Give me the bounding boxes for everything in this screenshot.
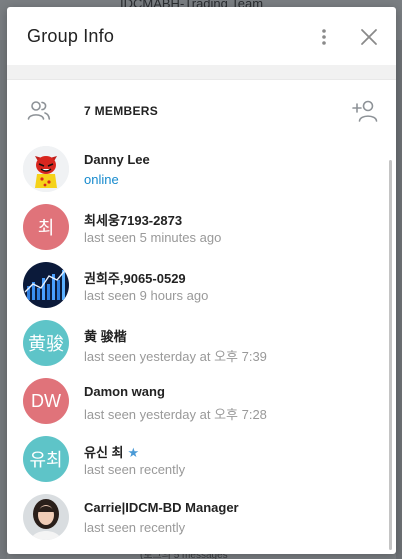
member-status: last seen recently xyxy=(84,462,186,477)
dialog-title: Group Info xyxy=(27,26,115,46)
member-status: last seen 5 minutes ago xyxy=(84,230,222,245)
group-info-dialog: Group Info 7 MEMBERS Danny Lee online 최 … xyxy=(7,7,396,554)
avatar-initials: DW xyxy=(31,390,61,411)
member-name-text: 유신 최 xyxy=(84,445,124,460)
member-status: online xyxy=(84,172,119,187)
member-name: 유신 최 ★ xyxy=(84,442,139,461)
section-divider xyxy=(7,65,396,80)
member-status: last seen yesterday at 오후 7:39 xyxy=(84,349,267,364)
background-left-edge xyxy=(0,40,7,559)
member-status: last seen 9 hours ago xyxy=(84,288,209,303)
member-item[interactable]: 최 최세웅7193-2873 last seen 5 minutes ago xyxy=(7,198,388,256)
avatar: 유최 xyxy=(23,436,69,482)
dialog-header: Group Info xyxy=(7,7,396,65)
close-button[interactable] xyxy=(355,23,383,51)
avatar: 최 xyxy=(23,204,69,250)
chart-avatar-icon xyxy=(23,262,69,308)
member-item[interactable]: 유최 유신 최 ★ last seen recently xyxy=(7,430,388,488)
avatar-initials: 최 xyxy=(37,218,55,238)
devil-avatar-icon xyxy=(23,146,69,192)
avatar-initials: 黄骏 xyxy=(28,334,64,354)
member-name: 권희주,9065-0529 xyxy=(84,271,186,286)
avatar xyxy=(23,262,69,308)
close-icon xyxy=(361,29,377,45)
member-item[interactable]: Carrie|IDCM-BD Manager last seen recentl… xyxy=(7,488,388,546)
avatar xyxy=(23,146,69,192)
member-name: Carrie|IDCM-BD Manager xyxy=(84,500,239,515)
members-section: 7 MEMBERS Danny Lee online 최 최세웅7193-287… xyxy=(7,80,396,554)
avatar: DW xyxy=(23,378,69,424)
member-item[interactable]: 黄骏 黄 骏楷 last seen yesterday at 오후 7:39 xyxy=(7,314,388,372)
member-name: Damon wang xyxy=(84,384,165,399)
member-status: last seen recently xyxy=(84,520,186,535)
group-icon xyxy=(27,101,51,120)
background-right-edge xyxy=(396,40,402,559)
member-item[interactable]: 권희주,9065-0529 last seen 9 hours ago xyxy=(7,256,388,314)
star-icon: ★ xyxy=(127,445,140,460)
scrollbar[interactable] xyxy=(389,160,392,550)
member-item[interactable]: DW Damon wang last seen yesterday at 오후 … xyxy=(7,372,388,430)
members-count-label: 7 MEMBERS xyxy=(84,104,159,118)
member-status: last seen yesterday at 오후 7:28 xyxy=(84,407,267,422)
more-vertical-icon xyxy=(322,29,326,45)
member-name: Danny Lee xyxy=(84,152,150,167)
member-item[interactable]: Danny Lee online xyxy=(7,140,388,198)
members-header: 7 MEMBERS xyxy=(7,96,396,126)
woman-avatar-icon xyxy=(23,494,69,540)
avatar xyxy=(23,494,69,540)
add-member-icon[interactable] xyxy=(351,98,379,124)
more-options-button[interactable] xyxy=(310,23,338,51)
avatar-initials: 유최 xyxy=(29,450,63,470)
member-name: 黄 骏楷 xyxy=(84,329,127,344)
avatar: 黄骏 xyxy=(23,320,69,366)
background-footer: (로그의 5 messages xyxy=(0,554,402,559)
member-name: 최세웅7193-2873 xyxy=(84,213,183,228)
